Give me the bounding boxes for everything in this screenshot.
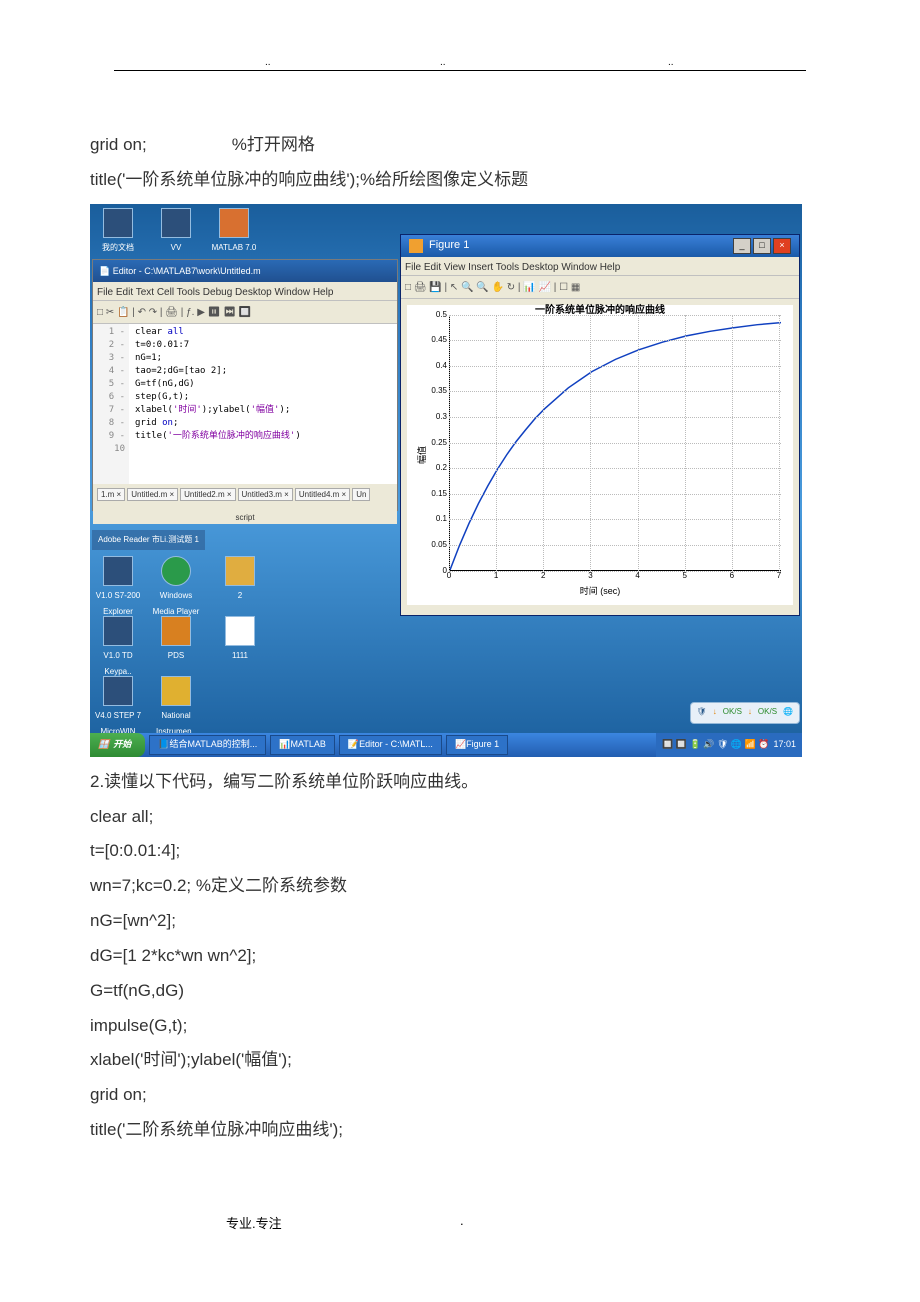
code-line: impulse(G,t);	[90, 1009, 830, 1044]
desktop-icon[interactable]: National Instrumen..	[152, 676, 200, 741]
app-label: Adobe Reader 市Li.测试题 1	[92, 530, 205, 550]
code-line: title('一阶系统单位脉冲的响应曲线');%给所绘图像定义标题	[90, 163, 830, 198]
status-pill: 🛡↓ OK/S↓ OK/S 🌐	[690, 702, 800, 724]
taskbar[interactable]: 🪟 开始 📘 结合MATLAB的控制... 📊 MATLAB 📝 Editor …	[90, 733, 802, 757]
desktop-icon[interactable]: 1111	[216, 616, 264, 664]
ytick: 0.3	[425, 409, 447, 425]
start-button[interactable]: 🪟 开始	[90, 733, 145, 757]
minimize-button[interactable]: _	[733, 238, 751, 254]
code-comment: %给所绘图像定义标题	[360, 170, 528, 189]
editor-tab[interactable]: Untitled4.m ×	[295, 488, 350, 501]
desktop-icon[interactable]: V1.0 TD Keypa..	[94, 616, 142, 681]
ytick: 0.05	[425, 537, 447, 553]
code-line: clear all;	[90, 800, 830, 835]
code-line: wn=7;kc=0.2; %定义二阶系统参数	[90, 869, 830, 904]
editor-menubar[interactable]: File Edit Text Cell Tools Debug Desktop …	[93, 282, 397, 301]
code-line: title('二阶系统单位脉冲响应曲线');	[90, 1113, 830, 1148]
figure-menubar[interactable]: File Edit View Insert Tools Desktop Wind…	[401, 257, 799, 276]
code-line: grid on; %打开网格	[90, 128, 830, 163]
ytick: 0.5	[425, 306, 447, 322]
close-button[interactable]: ×	[773, 238, 791, 254]
desktop-icon[interactable]: 2	[216, 556, 264, 604]
editor-tab[interactable]: Un	[352, 488, 370, 501]
ytick: 0.25	[425, 434, 447, 450]
ytick: 0.45	[425, 332, 447, 348]
question-text: 2.读懂以下代码，编写二阶系统单位阶跃响应曲线。	[90, 765, 830, 800]
desktop-icon[interactable]: Windows Media Player	[152, 556, 200, 621]
matlab-screenshot: 我的文档 VV MATLAB 7.0 Adobe Reader 市Li.测试题 …	[90, 204, 802, 757]
code-line: grid on;	[90, 1078, 830, 1113]
editor-gutter: 1 -2 -3 -4 -5 -6 -7 -8 -9 -10	[93, 324, 129, 484]
xtick: 5	[682, 568, 686, 584]
editor-toolbar[interactable]: □ ✂ 📋 | ↶ ↷ | 🖨 | ƒ. ▶ ⏸ ⏭ 🔲	[93, 301, 397, 324]
editor-tabs[interactable]: 1.m ×Untitled.m ×Untitled2.m ×Untitled3.…	[93, 484, 397, 508]
ytick: 0.1	[425, 511, 447, 527]
taskbar-button[interactable]: 📘 结合MATLAB的控制...	[149, 735, 266, 755]
editor-titlebar[interactable]: 📄 Editor - C:\MATLAB7\work\Untitled.m	[93, 260, 397, 282]
header-rule	[114, 70, 806, 71]
figure-titlebar[interactable]: Figure 1 _ □ ×	[401, 235, 799, 257]
taskbar-button[interactable]: 📝 Editor - C:\MATL...	[339, 735, 442, 755]
editor-status: script	[93, 508, 397, 524]
code-text: title('一阶系统单位脉冲的响应曲线');	[90, 170, 360, 189]
plot-xlabel: 时间 (sec)	[407, 582, 793, 600]
figure-toolbar[interactable]: □ 🖨 💾 | ↖ 🔍 🔍 ✋ ↻ | 📊 📈 | ☐ ▦	[401, 276, 799, 299]
xtick: 4	[635, 568, 639, 584]
code-block: clear all;t=[0:0.01:4];wn=7;kc=0.2; %定义二…	[90, 800, 830, 1148]
xtick: 2	[541, 568, 545, 584]
xtick: 3	[588, 568, 592, 584]
editor-window[interactable]: 📄 Editor - C:\MATLAB7\work\Untitled.m Fi…	[92, 259, 398, 511]
ytick: 0	[425, 562, 447, 578]
editor-tab[interactable]: Untitled3.m ×	[238, 488, 293, 501]
code-comment: %打开网格	[232, 135, 315, 154]
system-tray[interactable]: 🔲 🔲 🔋 🔊 🛡 🌐 📶 ⏰ 17:01	[656, 733, 802, 757]
shield-icon: 🛡	[697, 704, 707, 720]
figure-window[interactable]: Figure 1 _ □ × File Edit View Insert Too…	[400, 234, 800, 616]
desktop-icon[interactable]: VV	[152, 208, 200, 256]
code-text: grid on;	[90, 135, 147, 154]
header-dot: ..	[265, 57, 271, 68]
desktop-icon[interactable]: PDS	[152, 616, 200, 664]
desktop-icon[interactable]: V1.0 S7-200 Explorer	[94, 556, 142, 621]
xtick: 1	[494, 568, 498, 584]
xtick: 0	[447, 568, 451, 584]
code-line: t=[0:0.01:4];	[90, 834, 830, 869]
code-line: dG=[1 2*kc*wn wn^2];	[90, 939, 830, 974]
editor-code[interactable]: 1 -2 -3 -4 -5 -6 -7 -8 -9 -10 clear allt…	[93, 324, 397, 484]
header-dot: ..	[440, 57, 446, 68]
ytick: 0.15	[425, 486, 447, 502]
editor-tab[interactable]: Untitled2.m ×	[180, 488, 235, 501]
desktop-icon[interactable]: 我的文档	[94, 208, 142, 256]
editor-body[interactable]: clear allt=0:0.01:7nG=1;tao=2;dG=[tao 2]…	[129, 324, 307, 484]
code-line: nG=[wn^2];	[90, 904, 830, 939]
header-dot: ..	[668, 57, 674, 68]
xtick: 6	[730, 568, 734, 584]
page-footer: 专业.专注 .	[0, 1213, 920, 1232]
ytick: 0.2	[425, 460, 447, 476]
xtick: 7	[777, 568, 781, 584]
code-line: G=tf(nG,dG)	[90, 974, 830, 1009]
taskbar-button[interactable]: 📈 Figure 1	[446, 735, 508, 755]
editor-tab[interactable]: 1.m ×	[97, 488, 125, 501]
desktop-icon[interactable]: MATLAB 7.0	[210, 208, 258, 256]
code-line: xlabel('时间');ylabel('幅值');	[90, 1043, 830, 1078]
taskbar-button[interactable]: 📊 MATLAB	[270, 735, 335, 755]
editor-tab[interactable]: Untitled.m ×	[127, 488, 178, 501]
globe-icon: 🌐	[783, 704, 793, 720]
ytick: 0.4	[425, 358, 447, 374]
maximize-button[interactable]: □	[753, 238, 771, 254]
ytick: 0.35	[425, 383, 447, 399]
plot-area: 一阶系统单位脉冲的响应曲线 幅值 时间 (sec) 00.050.10.150.…	[407, 305, 793, 605]
matlab-icon	[409, 239, 423, 253]
